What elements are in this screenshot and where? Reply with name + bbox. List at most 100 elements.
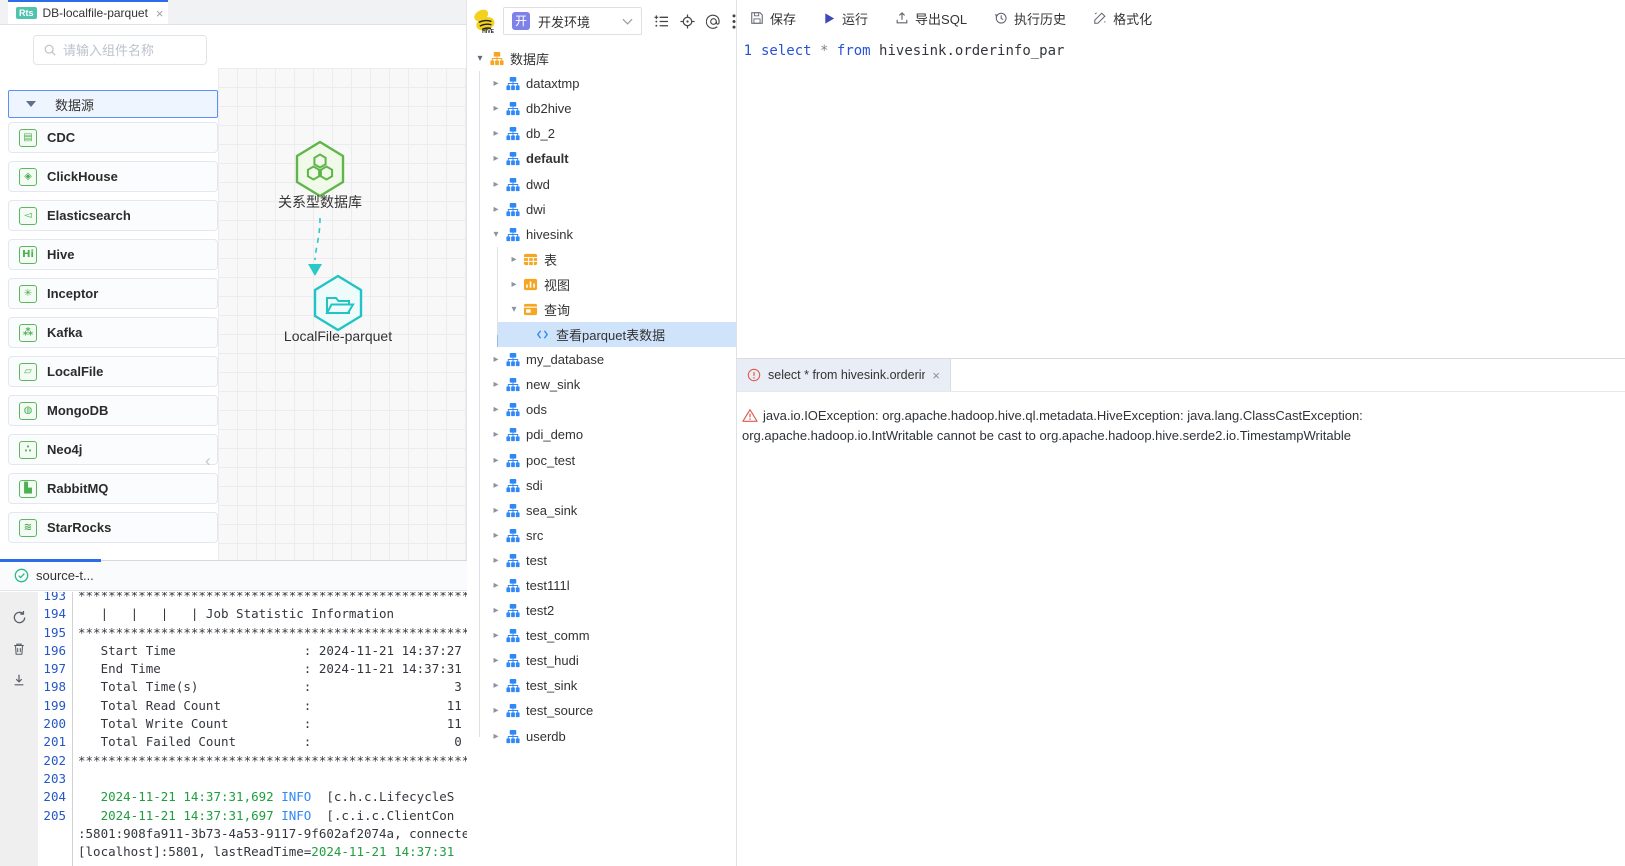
expand-arrow-icon[interactable] xyxy=(489,128,503,139)
tree-item[interactable]: test_sink xyxy=(467,673,736,698)
tree-item[interactable]: sdi xyxy=(467,473,736,498)
tree-item[interactable]: test_hudi xyxy=(467,648,736,673)
export-sql-button[interactable]: 导出SQL xyxy=(895,9,967,28)
tree-item[interactable]: 视图 xyxy=(467,272,736,297)
component-item[interactable]: ≋ StarRocks xyxy=(8,512,218,543)
log-tab-label[interactable]: source-t... xyxy=(36,568,94,583)
tree-item[interactable]: ods xyxy=(467,397,736,422)
history-button[interactable]: 执行历史 xyxy=(994,9,1066,28)
tree-item[interactable]: dataxtmp xyxy=(467,71,736,96)
tree-item-label: 查询 xyxy=(544,300,570,319)
expand-arrow-icon[interactable] xyxy=(489,605,503,616)
tree-item[interactable]: db_2 xyxy=(467,121,736,146)
tree-item[interactable]: pdi_demo xyxy=(467,422,736,447)
expand-arrow-icon[interactable] xyxy=(489,680,503,691)
trash-icon[interactable] xyxy=(12,642,26,656)
expand-arrow-icon[interactable] xyxy=(473,53,487,64)
expand-arrow-icon[interactable] xyxy=(489,379,503,390)
expand-arrow-icon[interactable] xyxy=(489,429,503,440)
sql-code-line[interactable]: select * from hivesink.orderinfo_par xyxy=(761,41,1064,62)
expand-arrow-icon[interactable] xyxy=(489,555,503,566)
expand-arrow-icon[interactable] xyxy=(489,229,503,240)
tree-item[interactable]: dwd xyxy=(467,171,736,196)
query-results-panel: select * from hivesink.orderinfo... × ja… xyxy=(737,358,1625,866)
target-node-label[interactable]: LocalFile-parquet xyxy=(273,328,403,344)
sql-code-editor[interactable]: 1 select * from hivesink.orderinfo_par xyxy=(737,36,1625,62)
tree-item[interactable]: test2 xyxy=(467,598,736,623)
component-item[interactable]: ◍ MongoDB xyxy=(8,395,218,426)
expand-arrow-icon[interactable] xyxy=(507,304,521,315)
expand-arrow-icon[interactable] xyxy=(507,279,521,290)
expand-arrow-icon[interactable] xyxy=(489,404,503,415)
localfile-node-icon[interactable] xyxy=(311,274,365,332)
tree-item[interactable]: 查看parquet表数据 xyxy=(467,322,736,347)
result-tab[interactable]: select * from hivesink.orderinfo... × xyxy=(737,359,951,391)
close-icon[interactable]: × xyxy=(932,368,940,383)
tree-item[interactable]: 数据库 xyxy=(467,46,736,71)
expand-arrow-icon[interactable] xyxy=(489,103,503,114)
tree-item[interactable]: test111l xyxy=(467,573,736,598)
log-line-number: 200 xyxy=(38,715,66,733)
expand-arrow-icon[interactable] xyxy=(489,179,503,190)
expand-arrow-icon[interactable] xyxy=(489,480,503,491)
expand-arrow-icon[interactable] xyxy=(489,455,503,466)
component-item[interactable]: ∴ Neo4j xyxy=(8,434,218,465)
component-label: StarRocks xyxy=(47,520,111,535)
expand-arrow-icon[interactable] xyxy=(489,354,503,365)
component-item[interactable]: ▙ RabbitMQ xyxy=(8,473,218,504)
environment-select[interactable]: 开 开发环境 xyxy=(503,7,642,35)
tree-item[interactable]: poc_test xyxy=(467,448,736,473)
refresh-icon[interactable] xyxy=(12,610,27,625)
datasource-section-header[interactable]: 数据源 xyxy=(8,90,218,118)
collapse-sidebar-handle[interactable]: ‹ xyxy=(205,451,211,471)
tree-item[interactable]: hivesink xyxy=(467,222,736,247)
tree-item[interactable]: my_database xyxy=(467,347,736,372)
expand-arrow-icon[interactable] xyxy=(489,705,503,716)
tree-item[interactable]: sea_sink xyxy=(467,498,736,523)
add-datasource-button[interactable] xyxy=(654,14,669,29)
tree-item[interactable]: test xyxy=(467,548,736,573)
expand-arrow-icon[interactable] xyxy=(489,153,503,164)
search-input[interactable] xyxy=(63,43,193,58)
save-button[interactable]: 保存 xyxy=(750,9,796,28)
expand-arrow-icon[interactable] xyxy=(489,580,503,591)
tree-item[interactable]: test_source xyxy=(467,698,736,723)
more-button[interactable] xyxy=(732,14,736,29)
component-item[interactable]: ◈ ClickHouse xyxy=(8,161,218,192)
link-button[interactable] xyxy=(706,14,721,29)
locate-button[interactable] xyxy=(680,14,695,29)
database-icon xyxy=(504,477,521,493)
component-item[interactable]: ◅ Elasticsearch xyxy=(8,200,218,231)
save-icon xyxy=(750,11,764,25)
tree-item[interactable]: default xyxy=(467,146,736,171)
download-icon[interactable] xyxy=(12,673,26,687)
expand-arrow-icon[interactable] xyxy=(489,655,503,666)
expand-arrow-icon[interactable] xyxy=(489,731,503,742)
component-item[interactable]: Hi Hive xyxy=(8,239,218,270)
expand-arrow-icon[interactable] xyxy=(489,530,503,541)
expand-arrow-icon[interactable] xyxy=(489,78,503,89)
expand-arrow-icon[interactable] xyxy=(489,630,503,641)
relational-db-node-icon[interactable] xyxy=(293,140,347,198)
tree-item[interactable]: 查询 xyxy=(467,297,736,322)
component-item[interactable]: ⁂ Kafka xyxy=(8,317,218,348)
expand-arrow-icon[interactable] xyxy=(507,254,521,265)
close-icon[interactable]: × xyxy=(156,6,164,21)
source-node-label[interactable]: 关系型数据库 xyxy=(255,192,385,212)
component-item[interactable]: ✳ Inceptor xyxy=(8,278,218,309)
tab-db-localfile-parquet[interactable]: Rts DB-localfile-parquet × xyxy=(8,0,168,24)
tree-item[interactable]: new_sink xyxy=(467,372,736,397)
format-button[interactable]: 格式化 xyxy=(1093,9,1152,28)
tree-item[interactable]: src xyxy=(467,523,736,548)
tree-item[interactable]: 表 xyxy=(467,247,736,272)
log-line: 194 | | | | Job Statistic Information xyxy=(38,605,467,623)
run-button[interactable]: 运行 xyxy=(823,9,868,28)
tree-item[interactable]: dwi xyxy=(467,197,736,222)
tree-item[interactable]: test_comm xyxy=(467,623,736,648)
expand-arrow-icon[interactable] xyxy=(489,204,503,215)
component-item[interactable]: ▤ CDC xyxy=(8,122,218,153)
expand-arrow-icon[interactable] xyxy=(489,505,503,516)
tree-item[interactable]: db2hive xyxy=(467,96,736,121)
component-item[interactable]: ▱ LocalFile xyxy=(8,356,218,387)
tree-item[interactable]: userdb xyxy=(467,724,736,749)
